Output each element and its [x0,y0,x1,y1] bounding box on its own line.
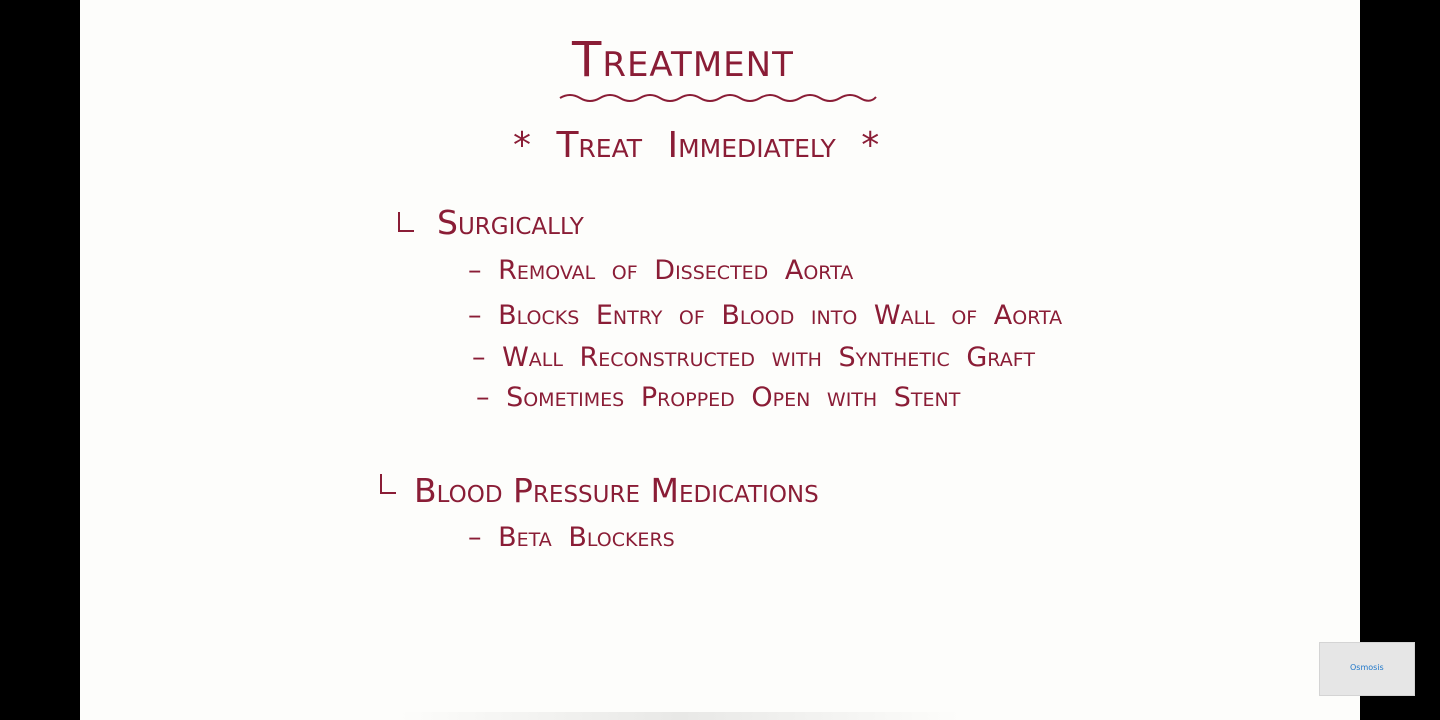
section-heading-surgically: Surgically [437,203,584,242]
list-item: – Wall Reconstructed with Synthetic Graf… [472,342,1035,373]
section-heading-bp-medications: Blood Pressure Medications [414,471,819,510]
progress-hint [400,712,960,720]
whiteboard: Treatment * Treat Immediately * Surgical… [80,0,1360,720]
list-item: – Removal of Dissected Aorta [468,255,854,286]
slide-title: Treatment [572,32,794,88]
headline: * Treat Immediately * [513,125,880,166]
title-underline [559,94,877,102]
section-marker [398,212,414,232]
watermark-logo: Osmosis [1319,642,1415,696]
list-item: – Beta Blockers [468,522,675,553]
list-item: – Sometimes Propped Open with Stent [476,382,961,413]
list-item: – Blocks Entry of Blood into Wall of Aor… [468,300,1063,331]
watermark-text: Osmosis [1350,663,1384,672]
video-frame[interactable]: Treatment * Treat Immediately * Surgical… [0,0,1440,720]
section-marker [380,474,396,494]
